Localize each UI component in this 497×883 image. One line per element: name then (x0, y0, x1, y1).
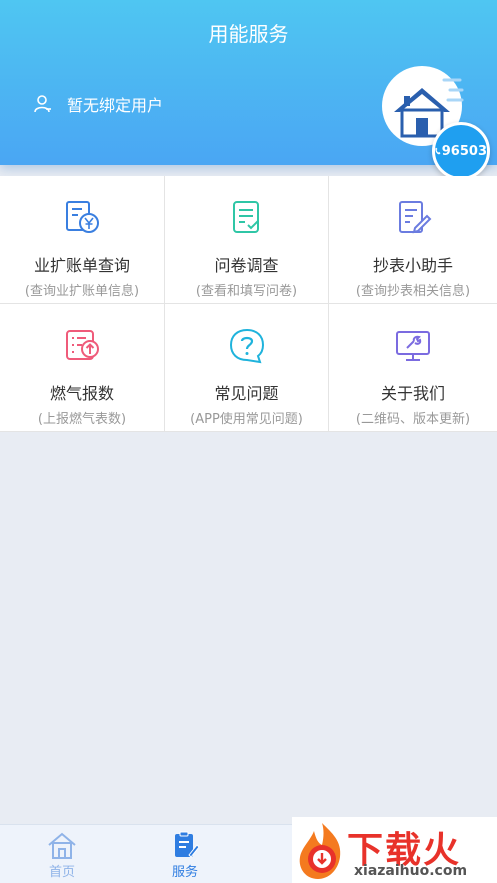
about-us-tile[interactable]: 关于我们 (二维码、版本更新) (329, 304, 497, 432)
gas-report-icon (66, 330, 99, 360)
questionnaire-icon (232, 201, 259, 233)
page-title: 用能服务 (208, 22, 289, 46)
tile-subtitle: (查看和填写问卷) (195, 284, 298, 299)
tab-service-label: 服务 (171, 865, 198, 880)
tab-service[interactable]: 服务 (155, 831, 215, 880)
questionnaire-tile[interactable]: 问卷调查 (查看和填写问卷) (165, 176, 329, 304)
tile-title: 问卷调查 (214, 256, 279, 275)
phone-icon (435, 147, 441, 155)
tile-title: 业扩账单查询 (33, 256, 130, 275)
service-grid: 业扩账单查询 (查询业扩账单信息) 问卷调查 (查看和填写问卷) 抄表小助手 (… (0, 176, 497, 432)
user-status-text: 暂无绑定用户 (67, 96, 164, 115)
watermark-logo: 下载火 xiazaihuo.com (292, 817, 497, 883)
meter-helper-tile[interactable]: 抄表小助手 (查询抄表相关信息) (329, 176, 497, 304)
user-icon (34, 95, 51, 113)
bind-user-row[interactable]: 暂无绑定用户 (33, 92, 163, 116)
tab-home[interactable]: 首页 (32, 831, 92, 880)
home-icon (48, 832, 76, 859)
tile-subtitle: (查询抄表相关信息) (355, 284, 471, 299)
question-bubble-icon (229, 328, 264, 364)
tile-title: 常见问题 (214, 384, 279, 403)
meter-edit-icon (399, 201, 432, 234)
tile-title: 燃气报数 (49, 384, 114, 403)
tile-title: 关于我们 (380, 384, 445, 403)
hotline-button[interactable]: 96503 (432, 122, 490, 180)
tile-title: 抄表小助手 (372, 256, 453, 275)
tab-home-label: 首页 (48, 865, 75, 880)
bill-yuan-icon (66, 201, 99, 233)
monitor-wrench-icon (396, 331, 430, 361)
flame-download-icon (299, 823, 341, 879)
tile-subtitle: (APP使用常见问题) (190, 412, 303, 427)
gas-report-tile[interactable]: 燃气报数 (上报燃气表数) (0, 304, 165, 432)
tile-subtitle: (二维码、版本更新) (355, 412, 471, 427)
faq-tile[interactable]: 常见问题 (APP使用常见问题) (165, 304, 329, 432)
bill-query-tile[interactable]: 业扩账单查询 (查询业扩账单信息) (0, 176, 165, 304)
service-clipboard-icon (175, 831, 200, 858)
hotline-number: 96503 (441, 143, 487, 159)
watermark-url: xiazaihuo.com (354, 863, 468, 879)
header-banner: 用能服务 暂无绑定用户 96503 (0, 0, 497, 180)
speed-lines-icon (442, 78, 464, 102)
tile-subtitle: (查询业扩账单信息) (24, 284, 140, 299)
tile-subtitle: (上报燃气表数) (37, 412, 127, 427)
